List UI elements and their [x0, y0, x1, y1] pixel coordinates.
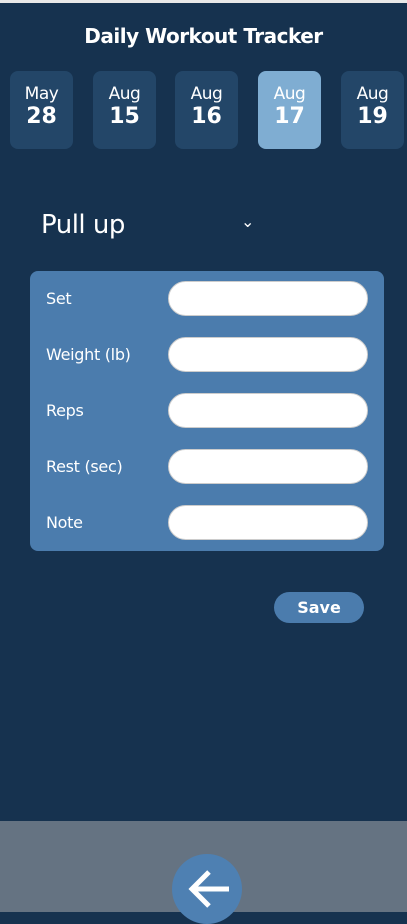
weight-label: Weight (lb) — [46, 345, 131, 364]
reps-input[interactable] — [168, 393, 368, 428]
back-button[interactable] — [172, 854, 242, 924]
arrow-left-icon — [188, 870, 229, 908]
rest-input[interactable] — [168, 449, 368, 484]
weight-row: Weight (lb) — [30, 337, 384, 373]
date-day: 15 — [109, 104, 140, 129]
note-row: Note — [30, 505, 384, 541]
reps-label: Reps — [46, 401, 84, 420]
date-aug-17-selected[interactable]: Aug 17 — [258, 71, 321, 149]
page-title: Daily Workout Tracker — [84, 24, 323, 48]
note-label: Note — [46, 513, 83, 532]
note-input[interactable] — [168, 505, 368, 540]
top-border — [0, 0, 407, 3]
date-day: 28 — [26, 104, 57, 129]
set-label: Set — [46, 289, 72, 308]
date-month: Aug — [190, 84, 223, 104]
weight-input[interactable] — [168, 337, 368, 372]
reps-row: Reps — [30, 393, 384, 429]
rest-row: Rest (sec) — [30, 449, 384, 485]
save-button[interactable]: Save — [274, 592, 364, 623]
chevron-down-icon: ⌄ — [241, 212, 254, 231]
workout-form: Set Weight (lb) Reps Rest (sec) Note — [30, 271, 384, 551]
date-month: May — [24, 84, 59, 104]
date-day: 16 — [191, 104, 222, 129]
exercise-selected-value: Pull up — [41, 210, 125, 240]
set-row: Set — [30, 281, 384, 317]
rest-label: Rest (sec) — [46, 457, 123, 476]
date-aug-15[interactable]: Aug 15 — [93, 71, 156, 149]
date-aug-19[interactable]: Aug 19 — [341, 71, 404, 149]
date-month: Aug — [356, 84, 389, 104]
bottom-bar — [0, 821, 407, 924]
set-input[interactable] — [168, 281, 368, 316]
date-month: Aug — [108, 84, 141, 104]
exercise-select[interactable]: Pull up ⌄ — [41, 210, 261, 250]
date-may-28[interactable]: May 28 — [10, 71, 73, 149]
date-month: Aug — [273, 84, 306, 104]
date-aug-16[interactable]: Aug 16 — [175, 71, 238, 149]
date-day: 19 — [357, 104, 388, 129]
date-day: 17 — [274, 104, 305, 129]
